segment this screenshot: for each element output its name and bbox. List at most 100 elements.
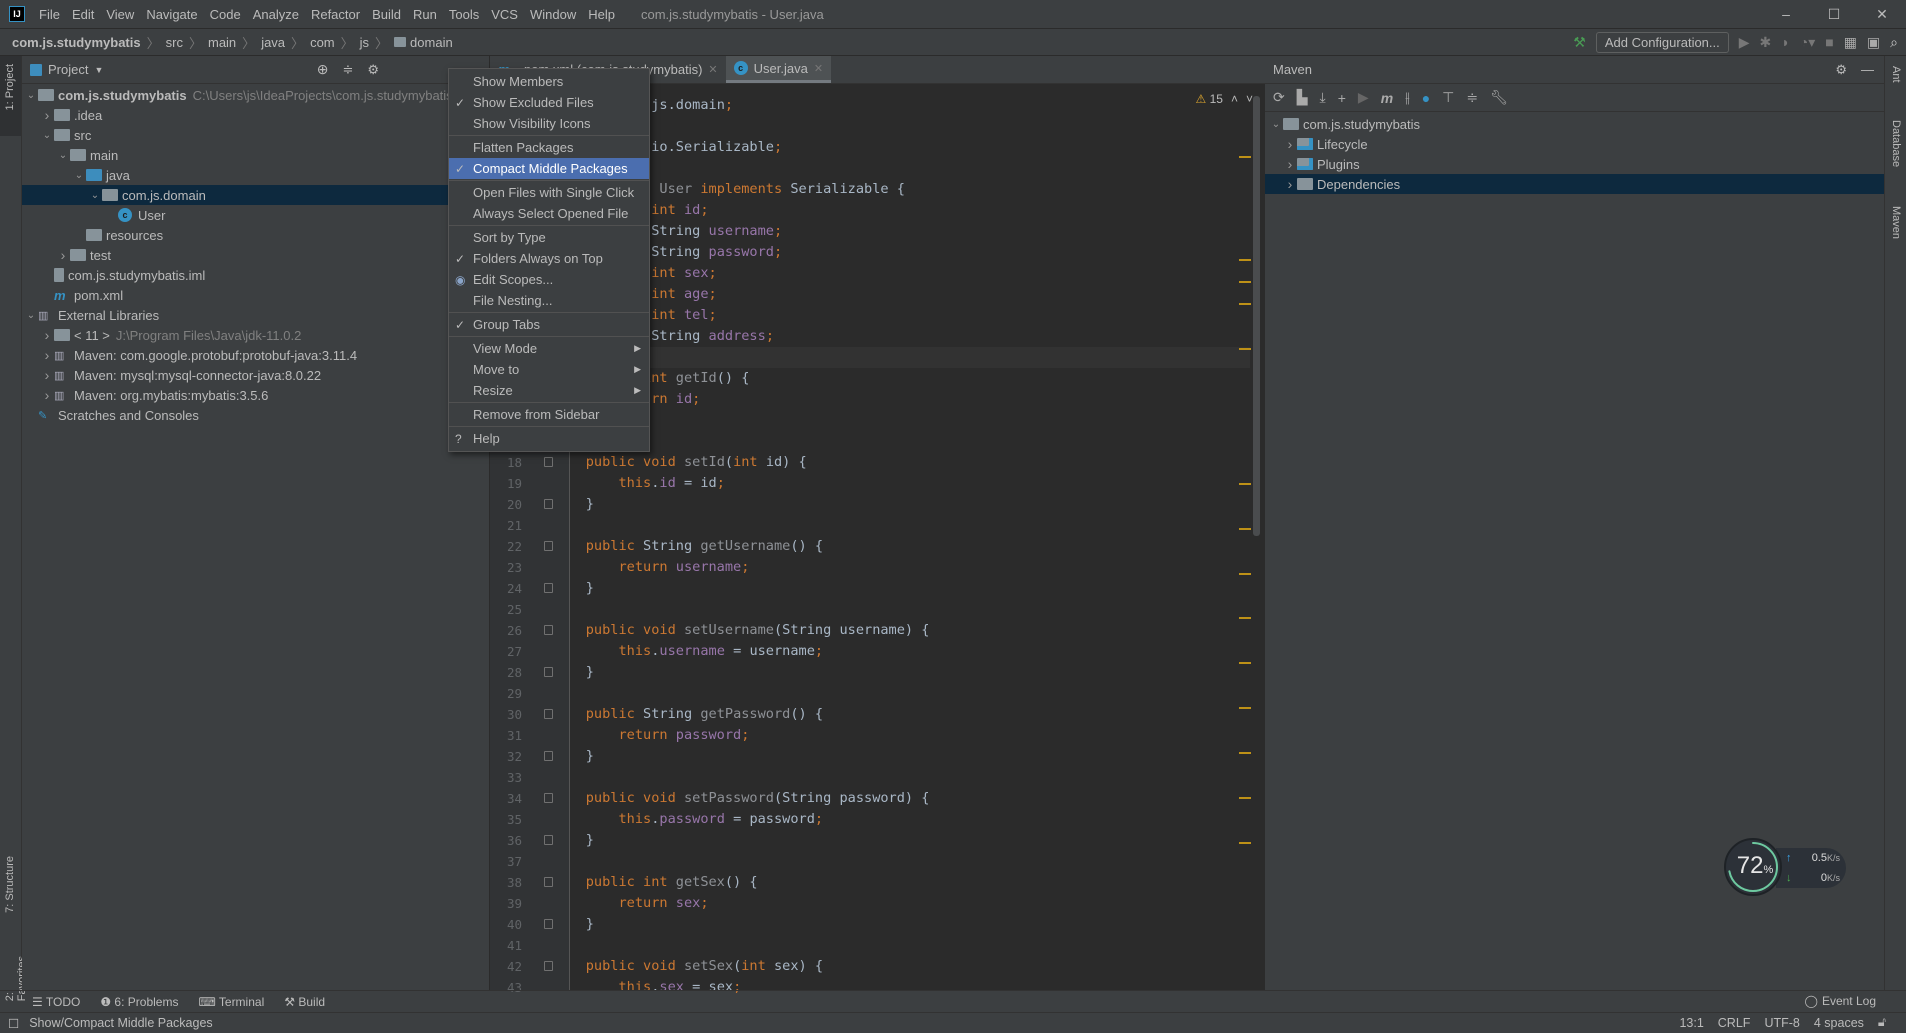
- project-tool-tab[interactable]: 1: Project: [4, 64, 16, 110]
- tree-item[interactable]: › ▥ Maven: com.google.protobuf:protobuf-ja…: [22, 345, 489, 365]
- menu-item-group-tabs[interactable]: ✓ Group Tabs: [449, 314, 649, 335]
- run-anything-icon[interactable]: ▣: [1867, 34, 1880, 51]
- menu-item-edit-scopes[interactable]: ◉ Edit Scopes...: [449, 269, 649, 290]
- fold-marker-icon[interactable]: [544, 457, 553, 467]
- menu-analyze[interactable]: Analyze: [247, 7, 305, 22]
- skip-tests-icon[interactable]: ●: [1422, 90, 1430, 106]
- minimize-icon[interactable]: –: [1762, 0, 1810, 28]
- gear-icon[interactable]: ⚙: [1835, 62, 1847, 78]
- menu-item-show-visibility-icons[interactable]: Show Visibility Icons: [449, 113, 649, 134]
- menu-edit[interactable]: Edit: [66, 7, 100, 22]
- menu-view[interactable]: View: [100, 7, 140, 22]
- inspection-widget[interactable]: ⚠ 15 ˄ ˅: [1196, 92, 1254, 106]
- fold-marker-icon[interactable]: [544, 793, 553, 803]
- fold-marker-icon[interactable]: [544, 961, 553, 971]
- breadcrumb-item[interactable]: js: [360, 35, 369, 50]
- tree-item[interactable]: › Dependencies: [1265, 174, 1884, 194]
- menu-item-show-members[interactable]: Show Members: [449, 71, 649, 92]
- warning-marker[interactable]: [1239, 483, 1251, 485]
- tree-item[interactable]: › ▥ Maven: mysql:mysql-connector-java:8.0.…: [22, 365, 489, 385]
- tree-item[interactable]: › Lifecycle: [1265, 134, 1884, 154]
- close-tab-icon[interactable]: ✕: [814, 62, 823, 75]
- warning-marker[interactable]: [1239, 281, 1251, 283]
- breadcrumb-item[interactable]: domain: [410, 35, 453, 50]
- gear-icon[interactable]: ⚙: [367, 62, 379, 78]
- breadcrumb-item[interactable]: main: [208, 35, 236, 50]
- ant-tool-tab[interactable]: Ant: [1890, 66, 1902, 83]
- menu-item-help[interactable]: ? Help: [449, 428, 649, 449]
- warning-marker[interactable]: [1239, 156, 1251, 158]
- chevron-right-icon[interactable]: ›: [56, 247, 70, 263]
- fold-marker-icon[interactable]: [544, 541, 553, 551]
- indent-setting[interactable]: 4 spaces: [1814, 1016, 1864, 1030]
- chevron-down-icon[interactable]: ⌄: [72, 170, 86, 181]
- fold-marker-icon[interactable]: [544, 751, 553, 761]
- collapse-all-icon[interactable]: ≑: [1466, 89, 1478, 106]
- stop-icon[interactable]: ■: [1825, 34, 1833, 50]
- database-tool-tab[interactable]: Database: [1890, 120, 1902, 167]
- locate-icon[interactable]: ⊕: [317, 61, 329, 78]
- breadcrumb-item[interactable]: com: [310, 35, 335, 50]
- chevron-down-icon[interactable]: ⌄: [56, 150, 70, 161]
- chevron-right-icon[interactable]: ›: [40, 327, 54, 343]
- menu-item-sort-by-type[interactable]: Sort by Type: [449, 227, 649, 248]
- menu-code[interactable]: Code: [204, 7, 247, 22]
- tree-item[interactable]: ⌄ java: [22, 165, 489, 185]
- run-icon[interactable]: ▶: [1358, 89, 1369, 106]
- menu-file[interactable]: File: [33, 7, 66, 22]
- chevron-right-icon[interactable]: ›: [1283, 156, 1297, 172]
- menu-window[interactable]: Window: [524, 7, 582, 22]
- hide-panel-icon[interactable]: —: [1861, 62, 1874, 77]
- reload-icon[interactable]: ⟳: [1273, 89, 1285, 106]
- menu-item-remove-from-sidebar[interactable]: Remove from Sidebar: [449, 404, 649, 425]
- tool-tab-terminal[interactable]: ⌨ Terminal: [198, 995, 264, 1009]
- chevron-down-icon[interactable]: ▼: [94, 65, 103, 75]
- warning-marker[interactable]: [1239, 303, 1251, 305]
- caret-position[interactable]: 13:1: [1679, 1016, 1703, 1030]
- fold-marker-icon[interactable]: [544, 625, 553, 635]
- tool-tab-todo[interactable]: ☰ TODO: [32, 995, 80, 1009]
- tree-item[interactable]: m pom.xml: [22, 285, 489, 305]
- warning-marker[interactable]: [1239, 662, 1251, 664]
- toggle-offline-icon[interactable]: ⫲: [1405, 89, 1410, 106]
- previous-highlight-icon[interactable]: ˄: [1231, 92, 1238, 106]
- maven-goal-icon[interactable]: m: [1381, 90, 1393, 106]
- menu-item-folders-always-on-top[interactable]: ✓ Folders Always on Top: [449, 248, 649, 269]
- show-dependencies-icon[interactable]: ⊤: [1442, 89, 1454, 106]
- tree-item[interactable]: ⌄ main: [22, 145, 489, 165]
- menu-build[interactable]: Build: [366, 7, 407, 22]
- tree-item[interactable]: ⌄ com.js.studymybatis: [1265, 114, 1884, 134]
- build-hammer-icon[interactable]: ⚒: [1573, 34, 1586, 51]
- breadcrumb-item[interactable]: java: [261, 35, 285, 50]
- warning-marker[interactable]: [1239, 528, 1251, 530]
- coverage-icon[interactable]: ◗: [1781, 34, 1789, 50]
- warning-marker[interactable]: [1239, 842, 1251, 844]
- menu-navigate[interactable]: Navigate: [140, 7, 203, 22]
- wrench-icon[interactable]: 🔧︎: [1490, 89, 1508, 106]
- menu-item-resize[interactable]: Resize ▶: [449, 380, 649, 401]
- chevron-right-icon[interactable]: ›: [40, 347, 54, 363]
- menu-item-file-nesting[interactable]: File Nesting...: [449, 290, 649, 311]
- warning-marker[interactable]: [1239, 707, 1251, 709]
- menu-item-open-files-with-single-click[interactable]: Open Files with Single Click: [449, 182, 649, 203]
- chevron-right-icon[interactable]: ›: [40, 367, 54, 383]
- tree-item[interactable]: › < 11 > J:\Program Files\Java\jdk-11.0.2: [22, 325, 489, 345]
- next-highlight-icon[interactable]: ˅: [1246, 92, 1253, 106]
- tree-item[interactable]: ⌄ src: [22, 125, 489, 145]
- collapse-all-icon[interactable]: ≑: [342, 62, 353, 78]
- menu-item-flatten-packages[interactable]: Flatten Packages: [449, 137, 649, 158]
- chevron-right-icon[interactable]: ›: [40, 387, 54, 403]
- editor-scrollbar[interactable]: [1253, 96, 1260, 536]
- tree-item[interactable]: ⌄ com.js.studymybatis C:\Users\js\IdeaProj…: [22, 85, 489, 105]
- add-icon[interactable]: +: [1338, 90, 1346, 106]
- menu-refactor[interactable]: Refactor: [305, 7, 366, 22]
- breadcrumb-item[interactable]: src: [166, 35, 183, 50]
- warning-marker[interactable]: [1239, 348, 1251, 350]
- close-icon[interactable]: ✕: [1858, 0, 1906, 28]
- menu-item-show-excluded-files[interactable]: ✓ Show Excluded Files: [449, 92, 649, 113]
- line-separator[interactable]: CRLF: [1718, 1016, 1751, 1030]
- menu-item-move-to[interactable]: Move to ▶: [449, 359, 649, 380]
- menu-tools[interactable]: Tools: [443, 7, 485, 22]
- tree-item[interactable]: com.js.studymybatis.iml: [22, 265, 489, 285]
- warning-marker[interactable]: [1239, 259, 1251, 261]
